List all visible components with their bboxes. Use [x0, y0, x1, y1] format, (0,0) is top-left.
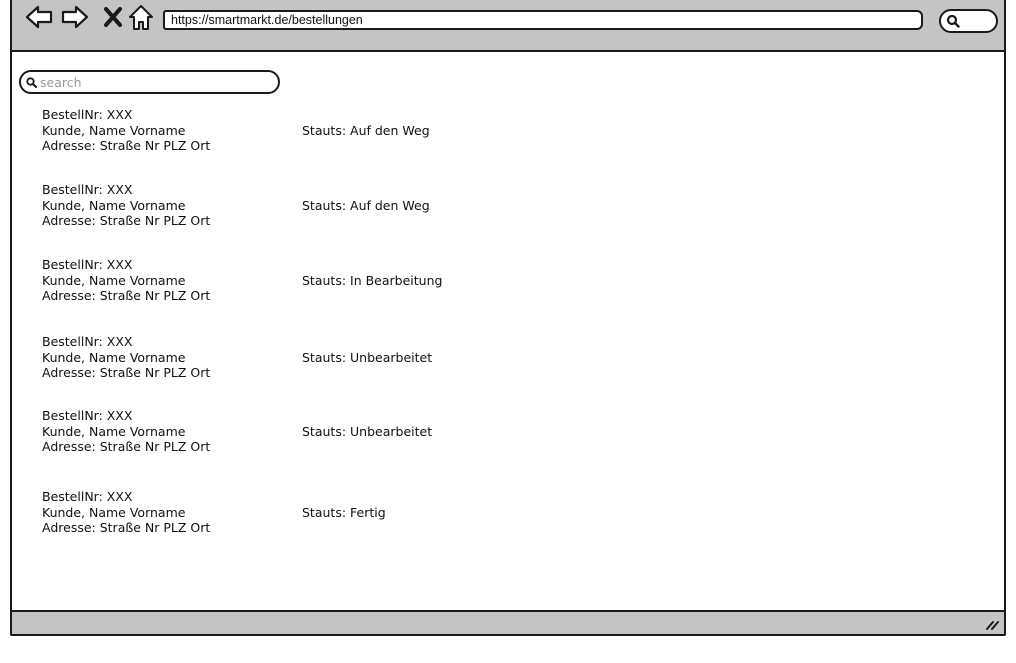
order-customer: Kunde, Name Vorname — [42, 424, 186, 439]
resize-grip-icon[interactable] — [984, 617, 1000, 631]
order-number: BestellNr: XXX — [42, 408, 133, 423]
search-icon — [946, 14, 960, 28]
order-number: BestellNr: XXX — [42, 182, 133, 197]
url-bar[interactable] — [163, 10, 923, 30]
order-address: Adresse: Straße Nr PLZ Ort — [42, 439, 211, 454]
forward-icon[interactable] — [60, 2, 90, 32]
order-search[interactable] — [19, 70, 280, 94]
order-number: BestellNr: XXX — [42, 107, 133, 122]
order-number: BestellNr: XXX — [42, 489, 133, 504]
search-input[interactable] — [40, 73, 270, 91]
order-customer: Kunde, Name Vorname — [42, 198, 186, 213]
order-item[interactable]: BestellNr: XXX Kunde, Name Vorname Adres… — [42, 489, 602, 537]
order-customer: Kunde, Name Vorname — [42, 350, 186, 365]
browser-toolbar — [12, 0, 1004, 52]
order-status: Stauts: In Bearbeitung — [302, 273, 443, 288]
order-address: Adresse: Straße Nr PLZ Ort — [42, 288, 211, 303]
browser-search-button[interactable] — [939, 9, 998, 33]
home-icon[interactable] — [126, 2, 156, 32]
browser-window: BestellNr: XXX Kunde, Name Vorname Adres… — [10, 0, 1006, 636]
order-item[interactable]: BestellNr: XXX Kunde, Name Vorname Adres… — [42, 107, 602, 155]
order-address: Adresse: Straße Nr PLZ Ort — [42, 365, 211, 380]
order-item[interactable]: BestellNr: XXX Kunde, Name Vorname Adres… — [42, 182, 602, 230]
order-customer: Kunde, Name Vorname — [42, 505, 186, 520]
order-status: Stauts: Fertig — [302, 505, 386, 520]
search-icon — [26, 77, 37, 88]
order-item[interactable]: BestellNr: XXX Kunde, Name Vorname Adres… — [42, 334, 602, 382]
order-address: Adresse: Straße Nr PLZ Ort — [42, 138, 211, 153]
back-icon[interactable] — [24, 2, 54, 32]
close-icon[interactable] — [98, 2, 128, 32]
order-status: Stauts: Unbearbeitet — [302, 424, 433, 439]
status-bar — [12, 610, 1004, 634]
order-status: Stauts: Unbearbeitet — [302, 350, 433, 365]
order-number: BestellNr: XXX — [42, 257, 133, 272]
order-item[interactable]: BestellNr: XXX Kunde, Name Vorname Adres… — [42, 408, 602, 456]
order-status: Stauts: Auf den Weg — [302, 123, 430, 138]
order-customer: Kunde, Name Vorname — [42, 273, 186, 288]
order-address: Adresse: Straße Nr PLZ Ort — [42, 520, 211, 535]
order-status: Stauts: Auf den Weg — [302, 198, 430, 213]
order-item[interactable]: BestellNr: XXX Kunde, Name Vorname Adres… — [42, 257, 602, 305]
order-number: BestellNr: XXX — [42, 334, 133, 349]
order-customer: Kunde, Name Vorname — [42, 123, 186, 138]
order-address: Adresse: Straße Nr PLZ Ort — [42, 213, 211, 228]
